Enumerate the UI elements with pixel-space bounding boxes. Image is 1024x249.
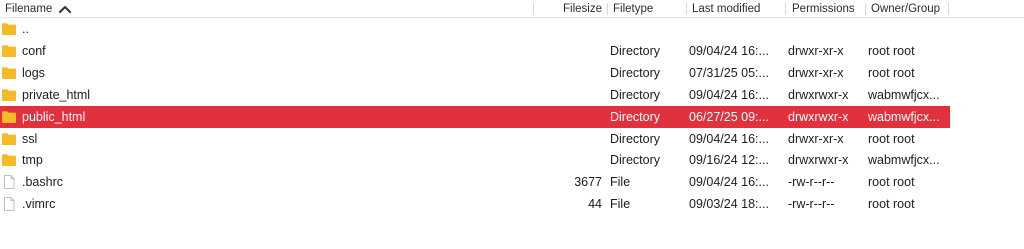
- file-name: logs: [22, 65, 45, 80]
- folder-icon: [1, 66, 17, 80]
- folder-icon: [1, 153, 17, 167]
- file-name: .bashrc: [22, 175, 63, 190]
- file-size: [530, 18, 602, 40]
- file-row[interactable]: ..: [0, 18, 950, 40]
- file-last-modified: 07/31/25 05:...: [689, 65, 769, 80]
- column-header-bar: Filename Filesize Filetype Last modified…: [0, 0, 1024, 18]
- file-owner-group: root root: [868, 43, 915, 58]
- file-type: Directory: [610, 109, 661, 124]
- column-separator[interactable]: [785, 3, 786, 15]
- column-separator[interactable]: [865, 3, 866, 15]
- folder-icon: [1, 44, 17, 58]
- file-last-modified: [689, 18, 784, 40]
- file-icon: [1, 175, 17, 190]
- file-row[interactable]: conf Directory 09/04/24 16:... drwxr-xr-x ro…: [0, 40, 950, 62]
- folder-icon: [1, 88, 17, 102]
- file-type: Directory: [610, 131, 661, 146]
- file-size: [530, 40, 602, 62]
- column-header-permissions[interactable]: Permissions: [792, 0, 864, 18]
- file-permissions: drwxr-xr-x: [788, 43, 844, 58]
- file-name: tmp: [22, 153, 43, 168]
- file-owner-group: wabmwfjcx...: [868, 153, 940, 168]
- folder-icon: [1, 22, 17, 36]
- file-row[interactable]: .vimrc 44 File 09/03/24 18:... -rw-r--r-- roo…: [0, 193, 950, 215]
- folder-icon: [1, 132, 17, 146]
- file-owner-group: root root: [868, 65, 915, 80]
- file-size: [530, 62, 602, 84]
- file-name: public_html: [22, 109, 86, 124]
- file-row[interactable]: logs Directory 07/31/25 05:... drwxr-xr-x ro…: [0, 62, 950, 84]
- file-owner-group: wabmwfjcx...: [868, 87, 940, 102]
- file-type: Directory: [610, 153, 661, 168]
- file-owner-group: wabmwfjcx...: [868, 109, 940, 124]
- file-type: Directory: [610, 43, 661, 58]
- file-owner-group: root root: [868, 131, 915, 146]
- file-permissions: drwxrwxr-x: [788, 153, 849, 168]
- file-last-modified: 09/04/24 16:...: [689, 87, 769, 102]
- file-last-modified: 06/27/25 09:...: [689, 109, 769, 124]
- column-separator[interactable]: [948, 3, 949, 15]
- column-header-filename[interactable]: Filename: [5, 0, 60, 18]
- file-permissions: drwxrwxr-x: [788, 109, 849, 124]
- column-header-owner-group[interactable]: Owner/Group: [871, 0, 947, 18]
- file-permissions: -rw-r--r--: [788, 197, 835, 212]
- column-header-filetype[interactable]: Filetype: [613, 0, 683, 18]
- file-size: 44: [588, 197, 602, 212]
- column-header-filesize[interactable]: Filesize: [536, 0, 602, 18]
- file-permissions: drwxrwxr-x: [788, 87, 849, 102]
- file-row[interactable]: private_html Directory 09/04/24 16:... drwx…: [0, 84, 950, 106]
- file-type: Directory: [610, 87, 661, 102]
- file-owner-group: root root: [868, 197, 915, 212]
- file-name: ssl: [22, 131, 38, 146]
- file-size: 3677: [574, 175, 602, 190]
- file-row[interactable]: .bashrc 3677 File 09/04/24 16:... -rw-r--r--…: [0, 171, 950, 193]
- file-row[interactable]: public_html Directory 06/27/25 09:... drwxr…: [0, 105, 950, 128]
- column-separator[interactable]: [607, 3, 608, 15]
- file-type: File: [610, 175, 631, 190]
- file-size: [530, 149, 602, 171]
- file-row[interactable]: ssl Directory 09/04/24 16:... drwxr-xr-x roo…: [0, 128, 950, 150]
- file-type: Directory: [610, 65, 661, 80]
- folder-icon: [1, 110, 17, 124]
- file-icon: [1, 197, 17, 212]
- file-owner-group: root root: [868, 175, 915, 190]
- file-last-modified: 09/16/24 12:...: [689, 153, 769, 168]
- file-size: [530, 84, 602, 106]
- file-permissions: drwxr-xr-x: [788, 65, 844, 80]
- file-name: .vimrc: [22, 197, 56, 212]
- column-header-last-modified[interactable]: Last modified: [692, 0, 782, 18]
- file-type: File: [610, 197, 631, 212]
- column-separator[interactable]: [533, 3, 534, 15]
- file-type: [610, 18, 685, 40]
- remote-file-browser: Filename Filesize Filetype Last modified…: [0, 0, 1024, 249]
- column-separator[interactable]: [686, 3, 687, 15]
- file-name: conf: [22, 43, 46, 58]
- file-row[interactable]: tmp Directory 09/16/24 12:... drwxrwxr-x wab…: [0, 149, 950, 171]
- file-last-modified: 09/03/24 18:...: [689, 197, 769, 212]
- file-last-modified: 09/04/24 16:...: [689, 131, 769, 146]
- file-name: private_html: [22, 87, 91, 102]
- file-size: [530, 128, 602, 150]
- file-permissions: [788, 18, 866, 40]
- file-permissions: drwxr-xr-x: [788, 131, 844, 146]
- file-last-modified: 09/04/24 16:...: [689, 43, 769, 58]
- file-owner-group: [868, 18, 948, 40]
- chevron-up-icon[interactable]: [58, 3, 72, 15]
- file-name: ..: [22, 22, 29, 36]
- file-last-modified: 09/04/24 16:...: [689, 175, 769, 190]
- file-permissions: -rw-r--r--: [788, 175, 835, 190]
- file-size: [530, 106, 602, 128]
